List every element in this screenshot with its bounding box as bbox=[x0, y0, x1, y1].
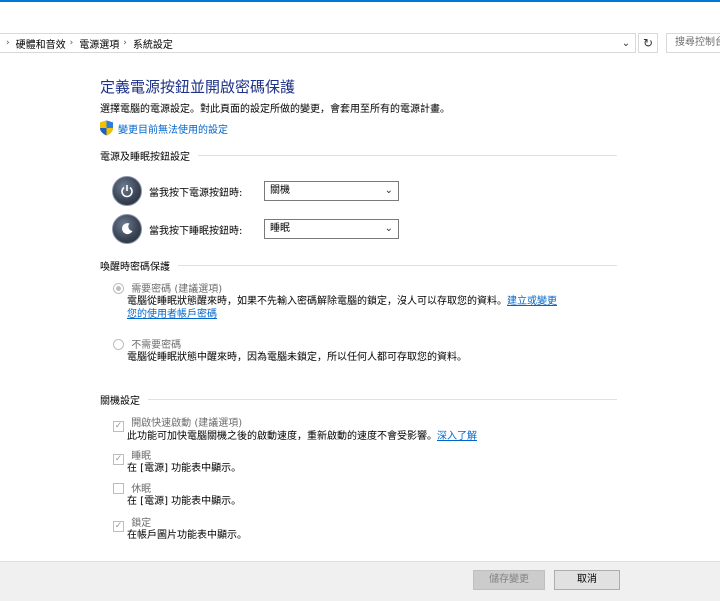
sleep-button-action-value: 睡眠 bbox=[270, 223, 290, 234]
learn-more-link[interactable]: 深入了解 bbox=[437, 431, 477, 442]
power-button-row: 當我按下電源按鈕時: 關機 ⌄ bbox=[112, 176, 399, 206]
chevron-down-icon: ⌄ bbox=[384, 223, 393, 234]
section-title: 關機設定 bbox=[100, 396, 140, 407]
user-account-password-link[interactable]: 您的使用者帳戶密碼 bbox=[127, 309, 217, 320]
section-title: 喚醒時密碼保護 bbox=[100, 262, 170, 273]
sleep-button-label: 當我按下睡眠按鈕時: bbox=[149, 225, 243, 237]
section-title: 電源及睡眠按鈕設定 bbox=[100, 152, 190, 163]
no-password-label: 不需要密碼 bbox=[131, 340, 182, 351]
require-password-description: 電腦從睡眠狀態醒來時，如果不先輸入密碼解除電腦的鎖定，沒人可以存取您的資料。建立… bbox=[127, 295, 557, 321]
refresh-button[interactable]: ↻ bbox=[638, 33, 658, 53]
change-unavailable-settings-link[interactable]: 變更目前無法使用的設定 bbox=[99, 120, 228, 136]
section-power-buttons: 電源及睡眠按鈕設定 bbox=[100, 148, 617, 163]
no-password-option[interactable]: 不需要密碼 bbox=[113, 336, 181, 351]
section-divider bbox=[198, 155, 617, 156]
chevron-down-icon: ⌄ bbox=[384, 185, 393, 196]
sleep-button-action-select[interactable]: 睡眠 ⌄ bbox=[264, 219, 399, 239]
require-password-desc-text: 電腦從睡眠狀態醒來時，如果不先輸入密碼解除電腦的鎖定，沒人可以存取您的資料。 bbox=[127, 296, 507, 307]
page-subtitle: 選擇電腦的電源設定。對此頁面的設定所做的變更，會套用至所有的電源計畫。 bbox=[100, 104, 450, 115]
save-changes-button[interactable]: 儲存變更 bbox=[473, 570, 545, 590]
breadcrumb-separator-icon: › bbox=[69, 38, 74, 48]
no-password-description: 電腦從睡眠狀態中醒來時，因為電腦未鎖定，所以任何人都可存取您的資料。 bbox=[127, 352, 467, 363]
breadcrumb-separator-icon: › bbox=[6, 38, 10, 48]
power-button-action-select[interactable]: 關機 ⌄ bbox=[264, 181, 399, 201]
uac-shield-icon bbox=[100, 120, 113, 136]
sleep-menu-description: 在 [電源] 功能表中顯示。 bbox=[127, 463, 242, 474]
fast-startup-desc-text: 此功能可加快電腦關機之後的啟動速度，重新啟動的速度不會受影響。 bbox=[127, 431, 437, 442]
section-divider bbox=[148, 399, 617, 400]
address-bar: › 硬體和音效 › 電源選項 › 系統設定 ⌄ ↻ 搜尋控制台 bbox=[0, 32, 720, 54]
lock-menu-description: 在帳戶圖片功能表中顯示。 bbox=[127, 530, 247, 541]
breadcrumb-item-power-options[interactable]: 電源選項 bbox=[79, 36, 119, 51]
sleep-button-row: 當我按下睡眠按鈕時: 睡眠 ⌄ bbox=[112, 214, 399, 244]
search-input[interactable]: 搜尋控制台 bbox=[666, 33, 720, 53]
fast-startup-description: 此功能可加快電腦關機之後的啟動速度，重新啟動的速度不會受影響。深入了解 bbox=[127, 430, 477, 443]
lock-menu-checkbox[interactable]: ✓ bbox=[113, 521, 124, 532]
power-button-icon bbox=[112, 176, 142, 206]
section-divider bbox=[178, 265, 617, 266]
require-password-option[interactable]: 需要密碼 (建議選項) bbox=[113, 280, 222, 295]
breadcrumb-item-hardware[interactable]: 硬體和音效 bbox=[16, 36, 66, 51]
page-title: 定義電源按鈕並開啟密碼保護 bbox=[100, 78, 296, 96]
require-password-label: 需要密碼 (建議選項) bbox=[131, 284, 223, 295]
hibernate-menu-label: 休眠 bbox=[131, 484, 152, 495]
window-top-border bbox=[0, 0, 720, 2]
create-or-change-link[interactable]: 建立或變更 bbox=[507, 296, 557, 307]
change-settings-label[interactable]: 變更目前無法使用的設定 bbox=[118, 121, 228, 136]
sleep-button-icon bbox=[112, 214, 142, 244]
fast-startup-checkbox[interactable]: ✓ bbox=[113, 421, 124, 432]
no-password-radio[interactable] bbox=[113, 339, 124, 350]
power-button-action-value: 關機 bbox=[270, 185, 290, 196]
hibernate-menu-description: 在 [電源] 功能表中顯示。 bbox=[127, 496, 242, 507]
chevron-down-icon[interactable]: ⌄ bbox=[619, 37, 633, 51]
hibernate-menu-checkbox[interactable] bbox=[113, 483, 124, 494]
fast-startup-label: 開啟快速啟動 (建議選項) bbox=[131, 418, 243, 429]
cancel-button[interactable]: 取消 bbox=[554, 570, 620, 590]
sleep-menu-label: 睡眠 bbox=[131, 451, 152, 462]
power-button-label: 當我按下電源按鈕時: bbox=[149, 187, 243, 199]
breadcrumb[interactable]: › 硬體和音效 › 電源選項 › 系統設定 ⌄ bbox=[0, 33, 636, 53]
section-shutdown: 關機設定 bbox=[100, 392, 617, 407]
lock-menu-label: 鎖定 bbox=[131, 518, 152, 529]
hibernate-menu-option[interactable]: 休眠 bbox=[113, 480, 151, 495]
breadcrumb-separator-icon: › bbox=[123, 38, 127, 48]
section-wake-password: 喚醒時密碼保護 bbox=[100, 258, 617, 273]
sleep-menu-checkbox[interactable]: ✓ bbox=[113, 454, 124, 465]
require-password-radio[interactable] bbox=[113, 283, 124, 294]
refresh-icon: ↻ bbox=[642, 36, 654, 50]
breadcrumb-item-system-settings[interactable]: 系統設定 bbox=[133, 36, 173, 51]
